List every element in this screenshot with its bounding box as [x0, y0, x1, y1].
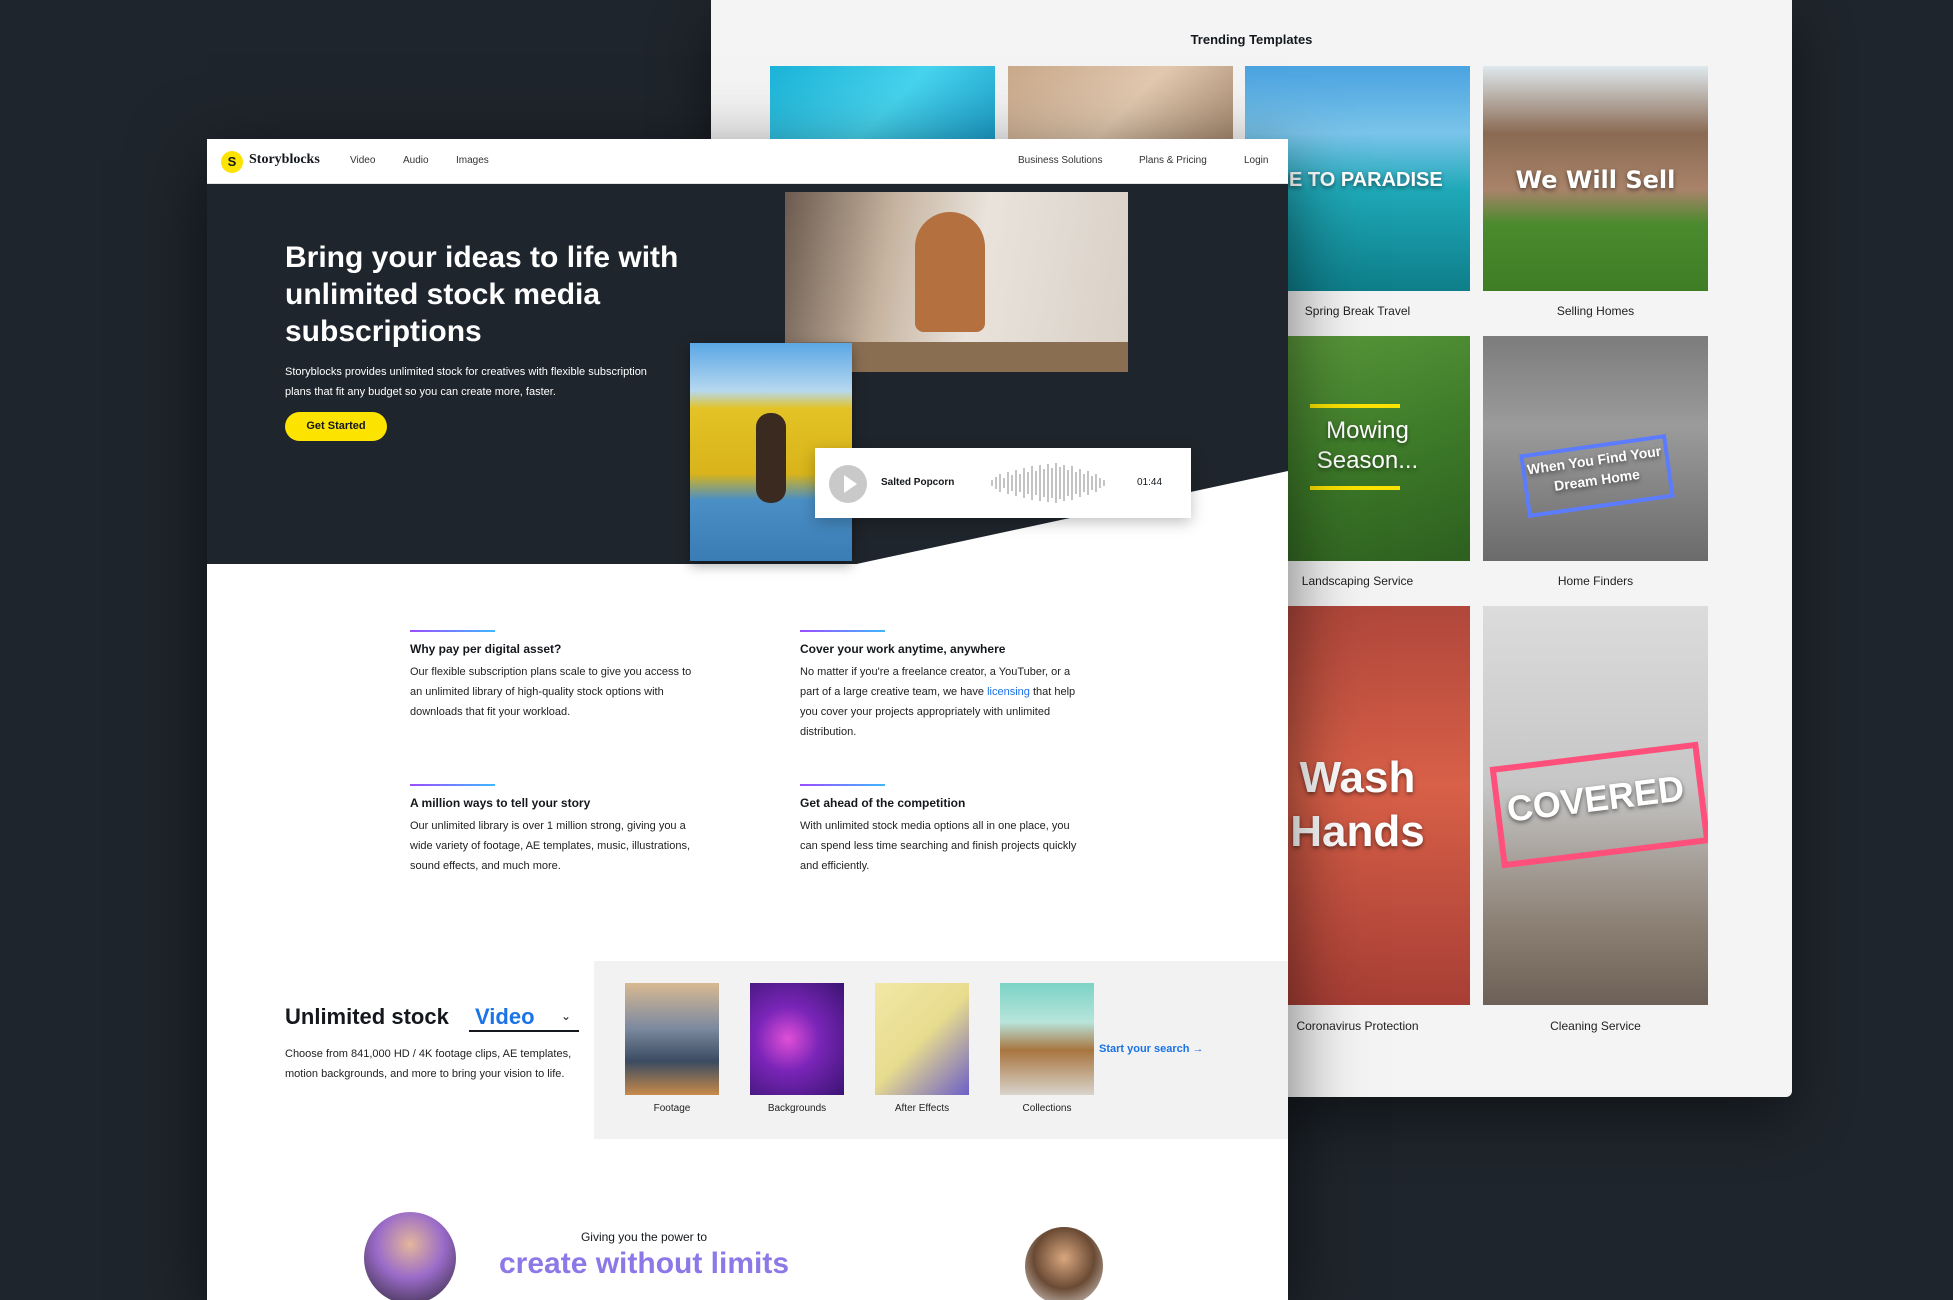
track-duration: 01:44	[1137, 477, 1163, 488]
category-label: Collections	[1022, 1103, 1072, 1114]
logo-text[interactable]: Storyblocks	[249, 152, 320, 168]
dog-silhouette	[915, 212, 985, 332]
category-label: After Effects	[894, 1103, 950, 1114]
collections-thumbnail	[1000, 983, 1094, 1095]
feature-block: Why pay per digital asset? Our flexible …	[410, 630, 700, 722]
category-label: Backgrounds	[767, 1103, 827, 1114]
power-subtitle: Giving you the power to	[580, 1230, 708, 1244]
runner-silhouette	[756, 413, 786, 503]
hero-title: Bring your ideas to life with unlimited …	[285, 241, 679, 348]
feature-text: Our unlimited library is over 1 million …	[410, 820, 691, 872]
nav-link-plans-pricing[interactable]: Plans & Pricing	[1139, 155, 1207, 166]
hero-section: Bring your ideas to life with unlimited …	[207, 184, 1288, 564]
nav-link-login[interactable]: Login	[1244, 155, 1268, 166]
template-tile[interactable]: When You Find Your Dream Home Home Finde…	[1483, 336, 1708, 596]
overlay-line	[1310, 486, 1400, 490]
template-thumbnail: COVERED	[1483, 606, 1708, 1005]
category-collections[interactable]: Collections	[1000, 983, 1094, 1114]
category-after-effects[interactable]: After Effects	[875, 983, 969, 1114]
unlimited-stock-description: Choose from 841,000 HD / 4K footage clip…	[285, 1048, 572, 1080]
feature-title: A million ways to tell your story	[410, 796, 591, 810]
audio-player-card: Salted Popcorn 01:44	[815, 448, 1191, 518]
start-search-link[interactable]: Start your search →	[1099, 1043, 1204, 1055]
category-label: Footage	[653, 1103, 691, 1114]
category-backgrounds[interactable]: Backgrounds	[750, 983, 844, 1114]
nav-link-audio[interactable]: Audio	[403, 155, 429, 166]
feature-block: Get ahead of the competition With unlimi…	[800, 784, 1090, 876]
gradient-bar	[410, 630, 495, 632]
play-icon	[844, 475, 857, 493]
after-effects-thumbnail	[875, 983, 969, 1095]
overlay-line	[1310, 404, 1400, 408]
media-type-selected: Video	[475, 1004, 535, 1029]
waveform[interactable]	[991, 462, 1111, 504]
gradient-bar	[800, 630, 885, 632]
storyblocks-homepage: S Storyblocks Video Audio Images Busines…	[207, 139, 1288, 1300]
top-navigation: S Storyblocks Video Audio Images Busines…	[207, 139, 1288, 184]
category-band: Footage Backgrounds After Effects Collec…	[594, 961, 1288, 1139]
backgrounds-thumbnail	[750, 983, 844, 1095]
template-tile[interactable]: COVERED Cleaning Service	[1483, 606, 1708, 1036]
feature-title: Cover your work anytime, anywhere	[800, 642, 1006, 656]
unlimited-stock-title: Unlimited stock	[285, 1004, 449, 1029]
template-overlay-text: Mowing Season...	[1316, 417, 1419, 474]
feature-text: With unlimited stock media options all i…	[800, 820, 1077, 872]
power-title: create without limits	[498, 1247, 790, 1280]
template-thumbnail: When You Find Your Dream Home	[1483, 336, 1708, 561]
template-caption: Cleaning Service	[1550, 1019, 1641, 1033]
template-thumbnail: We Will Sell	[1483, 66, 1708, 291]
category-footage[interactable]: Footage	[625, 983, 719, 1114]
nav-link-images[interactable]: Images	[456, 155, 489, 166]
nav-link-video[interactable]: Video	[350, 155, 375, 166]
track-name: Salted Popcorn	[881, 477, 955, 488]
hero-subtitle: Storyblocks provides unlimited stock for…	[285, 366, 647, 398]
gradient-bar	[410, 784, 495, 786]
media-type-dropdown[interactable]: Video ⌄	[469, 1000, 579, 1032]
gradient-bar	[800, 784, 885, 786]
get-started-button[interactable]: Get Started	[285, 412, 387, 441]
template-overlay-text: We Will Sell	[1515, 166, 1676, 194]
chevron-down-icon: ⌄	[561, 1009, 572, 1023]
feature-text: Our flexible subscription plans scale to…	[410, 666, 692, 718]
trending-title: Trending Templates	[1190, 32, 1313, 47]
feature-block: Cover your work anytime, anywhere No mat…	[800, 630, 1090, 742]
storyblocks-logo-icon[interactable]: S	[221, 151, 243, 173]
template-tile[interactable]: We Will Sell Selling Homes	[1483, 66, 1708, 326]
licensing-link[interactable]: licensing	[987, 686, 1030, 698]
feature-block: A million ways to tell your story Our un…	[410, 784, 700, 876]
template-caption: Selling Homes	[1556, 304, 1635, 318]
footage-thumbnail	[625, 983, 719, 1095]
feature-title: Get ahead of the competition	[800, 796, 966, 810]
feature-text: No matter if you're a freelance creator,…	[800, 662, 1090, 742]
feature-title: Why pay per digital asset?	[410, 642, 562, 656]
nav-link-business-solutions[interactable]: Business Solutions	[1018, 155, 1103, 166]
template-caption: Home Finders	[1557, 574, 1634, 588]
